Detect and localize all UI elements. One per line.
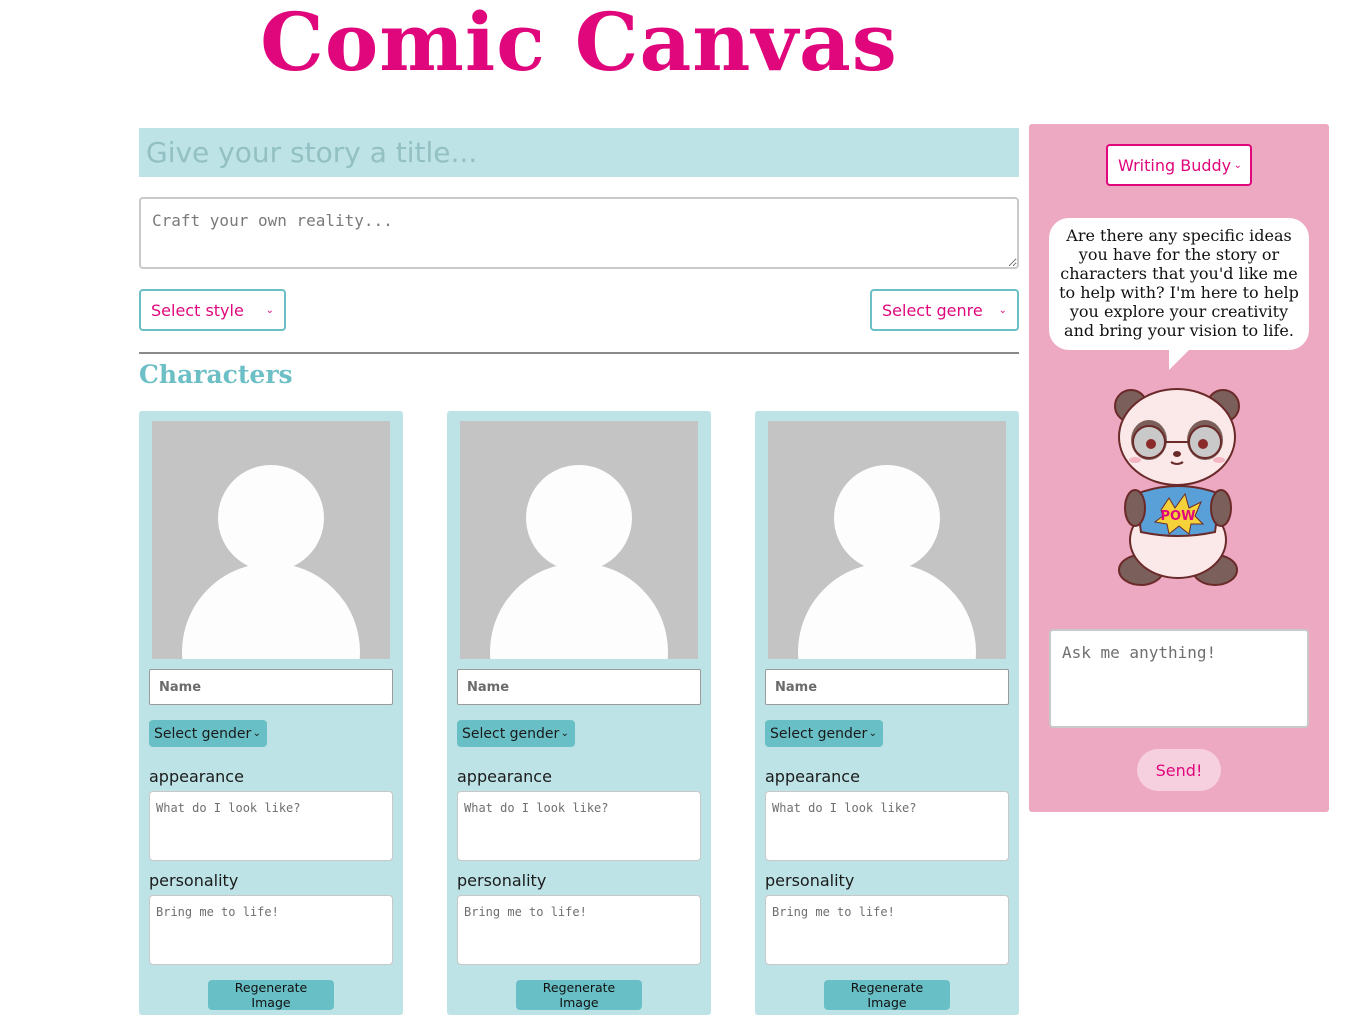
buddy-mode-value: Writing Buddy [1118,155,1232,175]
personality-textarea[interactable] [457,895,701,965]
regenerate-image-button[interactable]: Regenerate Image [824,980,950,1010]
buddy-mode-select[interactable]: Writing Buddy ⌄ [1106,144,1252,186]
personality-label: personality [149,871,239,890]
gender-select[interactable]: Select gender ⌄ [765,720,883,747]
regenerate-image-button[interactable]: Regenerate Image [516,980,642,1010]
app-title: Comic Canvas [260,0,898,89]
chevron-down-icon: ⌄ [560,728,569,739]
appearance-label: appearance [149,767,244,786]
appearance-label: appearance [765,767,860,786]
writing-buddy-panel: Writing Buddy ⌄ Are there any specific i… [1029,124,1329,812]
character-card: Select gender ⌄ appearance personality R… [139,411,403,1015]
gender-select-value: Select gender [154,725,252,742]
style-select[interactable]: Select style ⌄ [139,289,286,331]
character-card: Select gender ⌄ appearance personality R… [447,411,711,1015]
appearance-textarea[interactable] [765,791,1009,861]
gender-select[interactable]: Select gender ⌄ [457,720,575,747]
panda-mascot-icon: POW [1114,388,1240,586]
gender-select[interactable]: Select gender ⌄ [149,720,267,747]
chevron-down-icon: ⌄ [252,728,261,739]
character-avatar-placeholder-icon [460,421,698,659]
character-name-input[interactable] [765,669,1009,705]
story-body-textarea[interactable] [139,197,1019,269]
character-avatar-placeholder-icon [768,421,1006,659]
ask-input[interactable] [1049,629,1309,728]
appearance-textarea[interactable] [149,791,393,861]
character-name-input[interactable] [149,669,393,705]
appearance-textarea[interactable] [457,791,701,861]
character-name-input[interactable] [457,669,701,705]
character-card: Select gender ⌄ appearance personality R… [755,411,1019,1015]
regenerate-image-button[interactable]: Regenerate Image [208,980,334,1010]
gender-select-value: Select gender [462,725,560,742]
personality-label: personality [765,871,855,890]
genre-select-value: Select genre [882,300,983,320]
personality-label: personality [457,871,547,890]
speech-bubble: Are there any specific ideas you have fo… [1049,218,1309,350]
send-button[interactable]: Send! [1137,749,1221,791]
personality-textarea[interactable] [765,895,1009,965]
gender-select-value: Select gender [770,725,868,742]
character-avatar-placeholder-icon [152,421,390,659]
characters-heading: Characters [139,360,293,389]
panda-shirt-text: POW [1161,509,1196,524]
appearance-label: appearance [457,767,552,786]
personality-textarea[interactable] [149,895,393,965]
speech-bubble-tail [1169,348,1191,370]
section-divider [139,352,1019,354]
story-title-input[interactable] [139,128,1019,177]
style-select-value: Select style [151,300,244,320]
genre-select[interactable]: Select genre ⌄ [870,289,1019,331]
chevron-down-icon: ⌄ [1233,159,1242,171]
chevron-down-icon: ⌄ [998,304,1007,316]
chevron-down-icon: ⌄ [868,728,877,739]
chevron-down-icon: ⌄ [265,304,274,316]
